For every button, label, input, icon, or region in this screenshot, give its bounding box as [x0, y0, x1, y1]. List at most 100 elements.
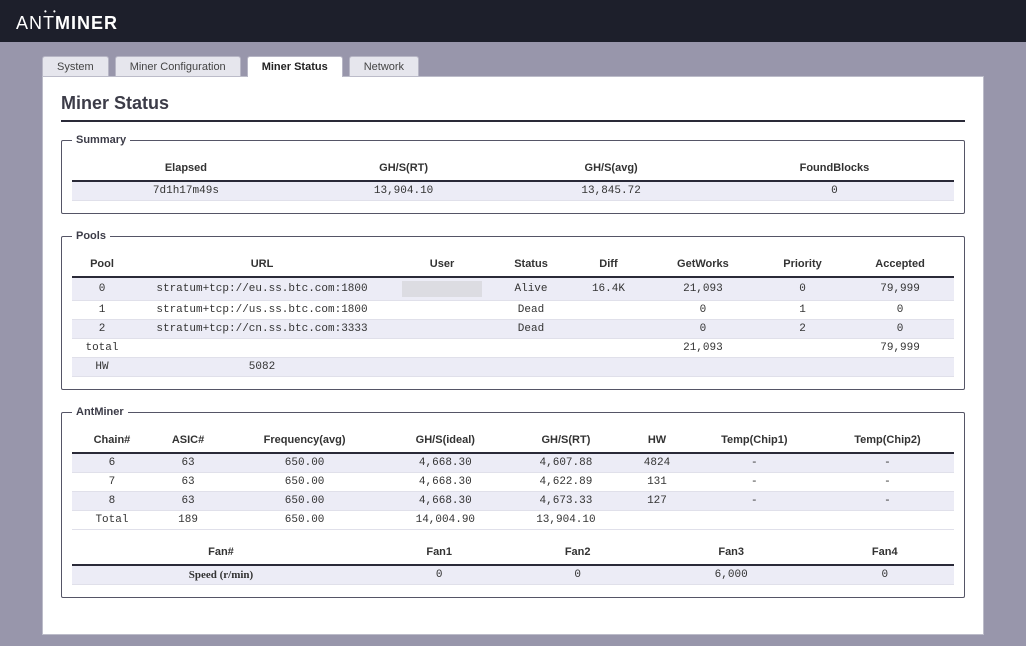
chain-total-asic: 189 [152, 511, 224, 530]
table-row: 763650.004,668.304,622.89131-- [72, 473, 954, 492]
summary-elapsed: 7d1h17m49s [72, 181, 300, 201]
chain-freq: 650.00 [224, 473, 385, 492]
pool-diff [570, 320, 647, 339]
chain-ghs-ideal: 4,668.30 [385, 453, 506, 473]
fan2-speed: 0 [508, 565, 646, 585]
chain-freq: 650.00 [224, 492, 385, 511]
table-row: 7d1h17m49s 13,904.10 13,845.72 0 [72, 181, 954, 201]
chain-freq: 650.00 [224, 453, 385, 473]
pool-accepted: 0 [846, 301, 954, 320]
chain-ghs-rt: 4,673.33 [506, 492, 627, 511]
tab-network[interactable]: Network [349, 56, 419, 77]
logo-text-ant: ANT [16, 13, 55, 33]
fan4-speed: 0 [815, 565, 954, 585]
antminer-legend: AntMiner [72, 406, 128, 418]
summary-ghs-avg: 13,845.72 [507, 181, 715, 201]
chain-hw: 127 [626, 492, 688, 511]
col-fan3: Fan3 [647, 540, 816, 565]
col-chain: Chain# [72, 428, 152, 453]
chain-id: 6 [72, 453, 152, 473]
table-row: 2stratum+tcp://cn.ss.btc.com:3333Dead020 [72, 320, 954, 339]
pool-status: Dead [492, 320, 570, 339]
logo: • • ANTMINER [16, 13, 118, 42]
tab-miner-configuration[interactable]: Miner Configuration [115, 56, 241, 77]
pool-url: stratum+tcp://cn.ss.btc.com:3333 [132, 320, 392, 339]
table-row: 0stratum+tcp://eu.ss.btc.com:1800Alive16… [72, 277, 954, 301]
page-title: Miner Status [61, 93, 965, 122]
col-accepted: Accepted [846, 252, 954, 277]
chain-temp1: - [688, 453, 821, 473]
pool-url: stratum+tcp://eu.ss.btc.com:1800 [132, 277, 392, 301]
col-url: URL [132, 252, 392, 277]
table-row: 663650.004,668.304,607.884824-- [72, 453, 954, 473]
col-ghs-rt: GH/S(RT) [506, 428, 627, 453]
pool-user [392, 320, 492, 339]
pool-status: Alive [492, 277, 570, 301]
table-row-hw: HW5082 [72, 358, 954, 377]
col-status: Status [492, 252, 570, 277]
chain-temp2: - [821, 473, 954, 492]
col-asic: ASIC# [152, 428, 224, 453]
pool-hw-label: HW [72, 358, 132, 377]
summary-legend: Summary [72, 134, 130, 146]
chain-temp1: - [688, 473, 821, 492]
col-fan1: Fan1 [370, 540, 508, 565]
table-row: 863650.004,668.304,673.33127-- [72, 492, 954, 511]
tab-miner-status[interactable]: Miner Status [247, 56, 343, 77]
chain-id: 7 [72, 473, 152, 492]
chain-total-label: Total [72, 511, 152, 530]
pool-accepted: 79,999 [846, 277, 954, 301]
pool-getworks: 0 [647, 320, 759, 339]
chain-ghs-rt: 4,622.89 [506, 473, 627, 492]
col-diff: Diff [570, 252, 647, 277]
chain-ghs-ideal: 4,668.30 [385, 492, 506, 511]
col-fan4: Fan4 [815, 540, 954, 565]
col-temp2: Temp(Chip2) [821, 428, 954, 453]
chain-asic: 63 [152, 492, 224, 511]
pool-priority: 1 [759, 301, 846, 320]
pool-status: Dead [492, 301, 570, 320]
col-temp1: Temp(Chip1) [688, 428, 821, 453]
pool-priority: 0 [759, 277, 846, 301]
col-found-blocks: FoundBlocks [715, 156, 954, 181]
chain-total-freq: 650.00 [224, 511, 385, 530]
col-pool: Pool [72, 252, 132, 277]
col-user: User [392, 252, 492, 277]
summary-section: Summary Elapsed GH/S(RT) GH/S(avg) Found… [61, 134, 965, 214]
summary-table: Elapsed GH/S(RT) GH/S(avg) FoundBlocks 7… [72, 156, 954, 201]
pools-section: Pools Pool URL User Status Diff GetWorks… [61, 230, 965, 390]
pool-diff [570, 301, 647, 320]
fan-table: Fan# Fan1 Fan2 Fan3 Fan4 Speed (r/min) 0… [72, 540, 954, 585]
page-content: Miner Status Summary Elapsed GH/S(RT) GH… [42, 76, 984, 635]
chain-hw: 4824 [626, 453, 688, 473]
table-row: Speed (r/min) 0 0 6,000 0 [72, 565, 954, 585]
app-header: • • ANTMINER [0, 0, 1026, 42]
col-elapsed: Elapsed [72, 156, 300, 181]
chain-hw: 131 [626, 473, 688, 492]
pool-getworks: 21,093 [647, 277, 759, 301]
chain-asic: 63 [152, 473, 224, 492]
col-getworks: GetWorks [647, 252, 759, 277]
antenna-icon: • • [44, 7, 58, 16]
col-hw: HW [626, 428, 688, 453]
chain-total-ghs-rt: 13,904.10 [506, 511, 627, 530]
pool-url: stratum+tcp://us.ss.btc.com:1800 [132, 301, 392, 320]
chain-ghs-rt: 4,607.88 [506, 453, 627, 473]
pool-priority: 2 [759, 320, 846, 339]
antminer-table: Chain# ASIC# Frequency(avg) GH/S(ideal) … [72, 428, 954, 530]
chain-total-ghs-ideal: 14,004.90 [385, 511, 506, 530]
chain-temp1: - [688, 492, 821, 511]
chain-id: 8 [72, 492, 152, 511]
table-row: 1stratum+tcp://us.ss.btc.com:1800Dead010 [72, 301, 954, 320]
pool-user [392, 301, 492, 320]
pool-total-getworks: 21,093 [647, 339, 759, 358]
pool-id: 0 [72, 277, 132, 301]
antminer-section: AntMiner Chain# ASIC# Frequency(avg) GH/… [61, 406, 965, 598]
summary-found: 0 [715, 181, 954, 201]
tab-system[interactable]: System [42, 56, 109, 77]
col-ghs-rt: GH/S(RT) [300, 156, 508, 181]
col-ghs-ideal: GH/S(ideal) [385, 428, 506, 453]
pool-total-label: total [72, 339, 132, 358]
pool-user [392, 277, 492, 301]
col-fan2: Fan2 [508, 540, 646, 565]
